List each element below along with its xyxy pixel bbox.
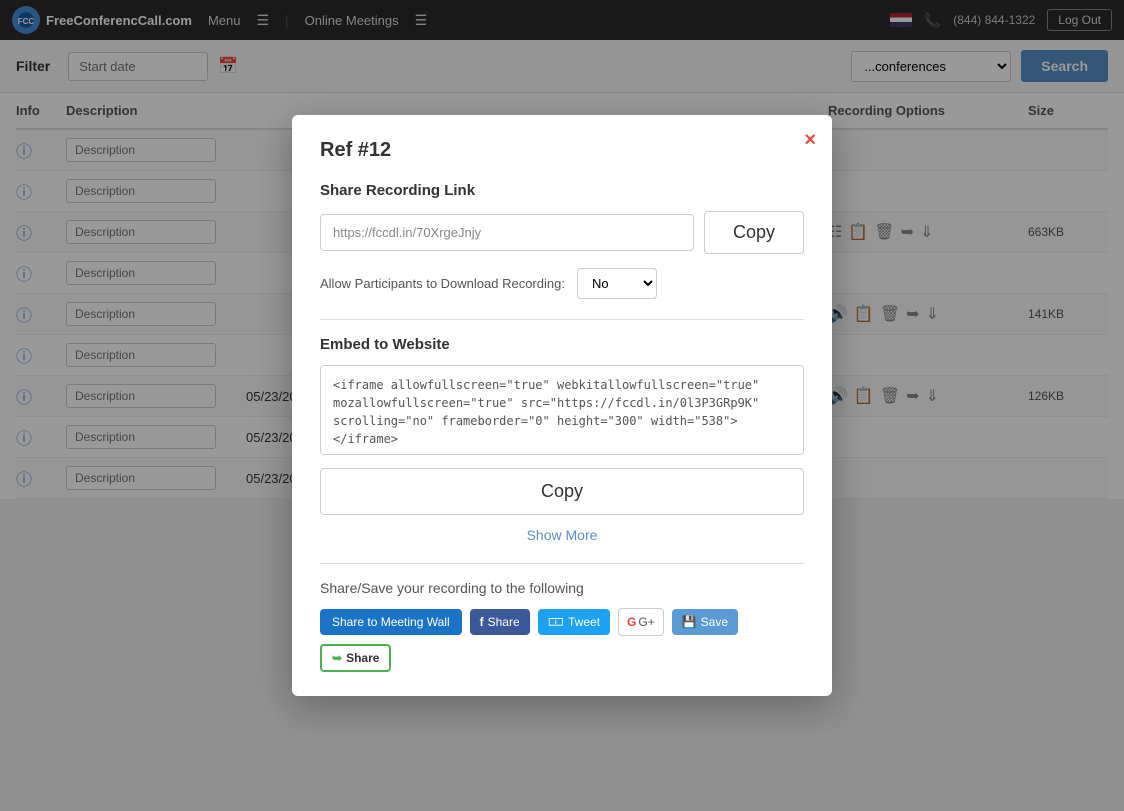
share-link-input[interactable] [320, 214, 694, 251]
share-link-label: Share Recording Link [320, 182, 804, 199]
modal-title: Ref #12 [320, 139, 804, 162]
share-highlight-icon: ➥ [332, 651, 342, 665]
show-more-link[interactable]: Show More [320, 527, 804, 543]
share-buttons-row: Share to Meeting Wall f Share 🀱 Tweet G … [320, 608, 804, 672]
embed-code-textarea[interactable]: <iframe allowfullscreen="true" webkitall… [320, 365, 804, 455]
copy-embed-button[interactable]: Copy [320, 468, 804, 515]
modal-close-button[interactable]: × [804, 129, 816, 152]
share-modal: × Ref #12 Share Recording Link Copy Allo… [292, 115, 832, 696]
google-share-button[interactable]: G G+ [618, 608, 664, 636]
embed-label: Embed to Website [320, 336, 804, 353]
allow-download-row: Allow Participants to Download Recording… [320, 268, 804, 299]
share-save-section: Share/Save your recording to the followi… [320, 580, 804, 672]
allow-download-select[interactable]: No Yes [577, 268, 657, 299]
meeting-wall-button[interactable]: Share to Meeting Wall [320, 609, 462, 635]
facebook-share-button[interactable]: f Share [470, 609, 530, 635]
highlighted-share-button[interactable]: ➥ Share [320, 644, 391, 672]
modal-overlay[interactable]: × Ref #12 Share Recording Link Copy Allo… [0, 0, 1124, 811]
facebook-icon: f [480, 615, 484, 629]
save-button[interactable]: 💾 Save [672, 609, 738, 635]
twitter-icon: 🀱 [548, 615, 564, 629]
share-link-row: Copy [320, 211, 804, 254]
twitter-share-button[interactable]: 🀱 Tweet [538, 609, 610, 635]
share-save-label: Share/Save your recording to the followi… [320, 580, 804, 596]
section-divider-2 [320, 563, 804, 564]
allow-download-label: Allow Participants to Download Recording… [320, 276, 565, 291]
save-icon: 💾 [682, 615, 697, 629]
section-divider [320, 319, 804, 320]
google-icon: G [627, 615, 636, 629]
copy-link-button[interactable]: Copy [704, 211, 804, 254]
